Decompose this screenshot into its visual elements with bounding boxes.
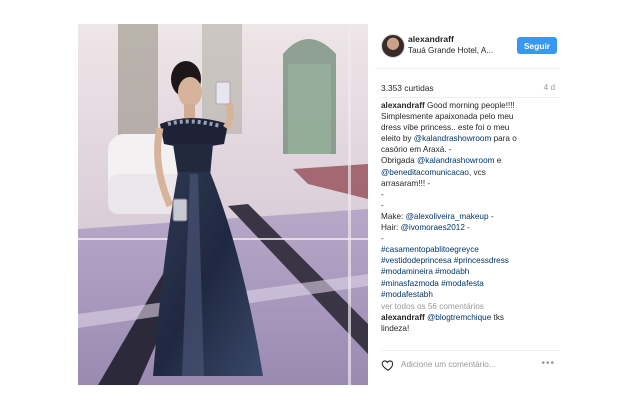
likes-count[interactable]: 3.353 curtidas	[381, 83, 434, 93]
hashtag-link[interactable]: #casamentopablitoegreyce	[381, 245, 479, 254]
hashtag-link[interactable]: #modafesta	[441, 279, 484, 288]
hashtag-link[interactable]: #modamineira	[381, 267, 433, 276]
caption-text: -	[467, 223, 470, 233]
caption-text: Simplesmente apaixonada pelo meu	[381, 112, 514, 122]
hashtag-link[interactable]: #minasfazmoda	[381, 279, 439, 288]
caption-text: casório em Araxá. -	[381, 145, 452, 155]
caption-text: dress vibe princess.. este foi o meu	[381, 123, 510, 133]
mention-link[interactable]: @beneditacomunicacao	[381, 168, 469, 177]
caption-text: Obrigada	[381, 156, 415, 166]
hashtag-link[interactable]: #modabh	[435, 267, 469, 276]
caption-username[interactable]: alexandraff	[381, 101, 425, 110]
caption-text: -	[381, 189, 384, 199]
follow-button[interactable]: Seguir	[517, 37, 557, 54]
comment-username[interactable]: alexandraff	[381, 313, 425, 322]
caption-text: -	[490, 211, 494, 221]
post-header: alexandraff Tauá Grande Hotel, A... Segu…	[375, 24, 559, 69]
mention-link[interactable]: @alexoliveira_makeup	[406, 212, 489, 221]
caption-text: Hair:	[381, 223, 399, 233]
comments-section: alexandraff Good morning people!!!! Simp…	[381, 100, 557, 334]
divider	[381, 350, 559, 351]
avatar[interactable]	[381, 34, 405, 58]
mention-link[interactable]: @blogtremchique	[427, 313, 491, 322]
comment-text: lindeza!	[381, 323, 410, 333]
caption-text: Make:	[381, 211, 404, 221]
add-comment-row: •••	[375, 352, 559, 382]
add-comment-input[interactable]	[401, 360, 526, 369]
mention-link[interactable]: @ivomoraes2012	[401, 223, 465, 232]
caption-text: , vcs	[468, 167, 486, 177]
author-username[interactable]: alexandraff	[408, 34, 454, 44]
mention-link[interactable]: @kalandrashowroom	[417, 156, 495, 165]
caption-text: -	[381, 234, 384, 244]
hashtag-link[interactable]: #vestidodeprincesa	[381, 256, 452, 265]
hashtag-link[interactable]: #modafestabh	[381, 290, 433, 299]
caption-text: para o	[493, 134, 517, 144]
hashtag-link[interactable]: #princessdress	[454, 256, 509, 265]
caption-text: e	[496, 156, 502, 166]
location-link[interactable]: Tauá Grande Hotel, A...	[408, 46, 493, 55]
mention-link[interactable]: @kalandrashowroom	[414, 134, 492, 143]
caption-text: -	[381, 200, 384, 210]
post-photo[interactable]	[78, 24, 368, 385]
post-side-panel: alexandraff Tauá Grande Hotel, A... Segu…	[375, 24, 559, 385]
caption-text: Good morning people!!!!	[426, 101, 515, 110]
caption-text: arrasaram!!! -	[381, 178, 431, 188]
post-age[interactable]: 4 d	[544, 83, 555, 92]
comment-text: tks	[493, 312, 505, 322]
view-all-comments-link[interactable]: ver todos os 56 comentários	[381, 301, 557, 312]
instagram-post: alexandraff Tauá Grande Hotel, A... Segu…	[78, 24, 559, 385]
divider	[381, 97, 559, 98]
heart-icon[interactable]	[381, 358, 395, 372]
photo-illustration	[78, 24, 368, 385]
more-options-icon[interactable]: •••	[541, 358, 555, 369]
caption-text: eleito by	[381, 134, 412, 144]
